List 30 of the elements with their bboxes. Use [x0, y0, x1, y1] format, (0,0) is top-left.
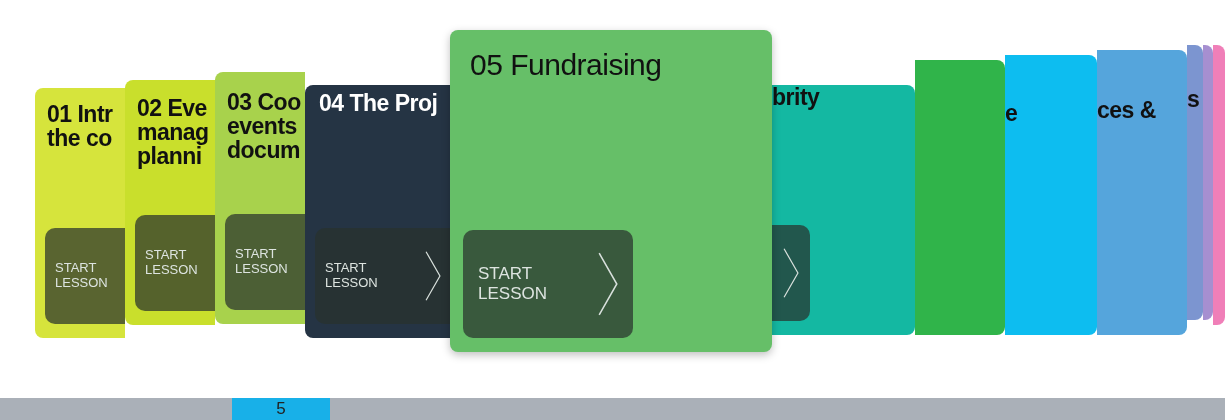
lesson-card[interactable]: 01 Intr the co START LESSON [35, 88, 125, 338]
lesson-card[interactable]: s [1187, 45, 1203, 320]
pager-indicator[interactable]: 5 [232, 398, 330, 420]
lesson-card[interactable]: brity [772, 85, 915, 335]
lesson-card[interactable]: e [1005, 55, 1097, 335]
lesson-title: e [1005, 101, 1018, 125]
lesson-title: ces & [1097, 98, 1156, 122]
lesson-title: 04 The Proj [319, 91, 438, 115]
lesson-title: s [1187, 87, 1200, 111]
chevron-icon [424, 250, 442, 302]
lesson-card[interactable] [915, 60, 1005, 335]
lesson-title: brity [772, 85, 820, 109]
start-lesson-button[interactable]: START LESSON [135, 215, 215, 311]
lesson-title: 02 Eve manag planni [137, 96, 209, 168]
lesson-title: 03 Coo events docum [227, 90, 301, 162]
start-lesson-button[interactable]: START LESSON [463, 230, 633, 338]
lesson-card[interactable]: 02 Eve manag planni START LESSON [125, 80, 215, 325]
lesson-card[interactable]: 03 Coo events docum START LESSON [215, 72, 305, 324]
lesson-title: 01 Intr the co [47, 102, 113, 150]
chevron-icon [782, 247, 800, 299]
start-lesson-button[interactable]: START LESSON [225, 214, 305, 310]
start-lesson-button[interactable]: START LESSON [45, 228, 125, 324]
lesson-card[interactable]: ces & [1097, 50, 1187, 335]
lesson-title: 05 Fundraising [470, 48, 662, 82]
lesson-card[interactable]: 05 Fundraising START LESSON [450, 30, 772, 352]
lesson-card[interactable] [1203, 45, 1213, 320]
lesson-card[interactable] [1213, 45, 1225, 325]
start-lesson-button[interactable]: START LESSON [315, 228, 450, 324]
start-lesson-button[interactable] [772, 225, 810, 321]
lesson-card[interactable]: 04 The Proj START LESSON [305, 85, 450, 338]
